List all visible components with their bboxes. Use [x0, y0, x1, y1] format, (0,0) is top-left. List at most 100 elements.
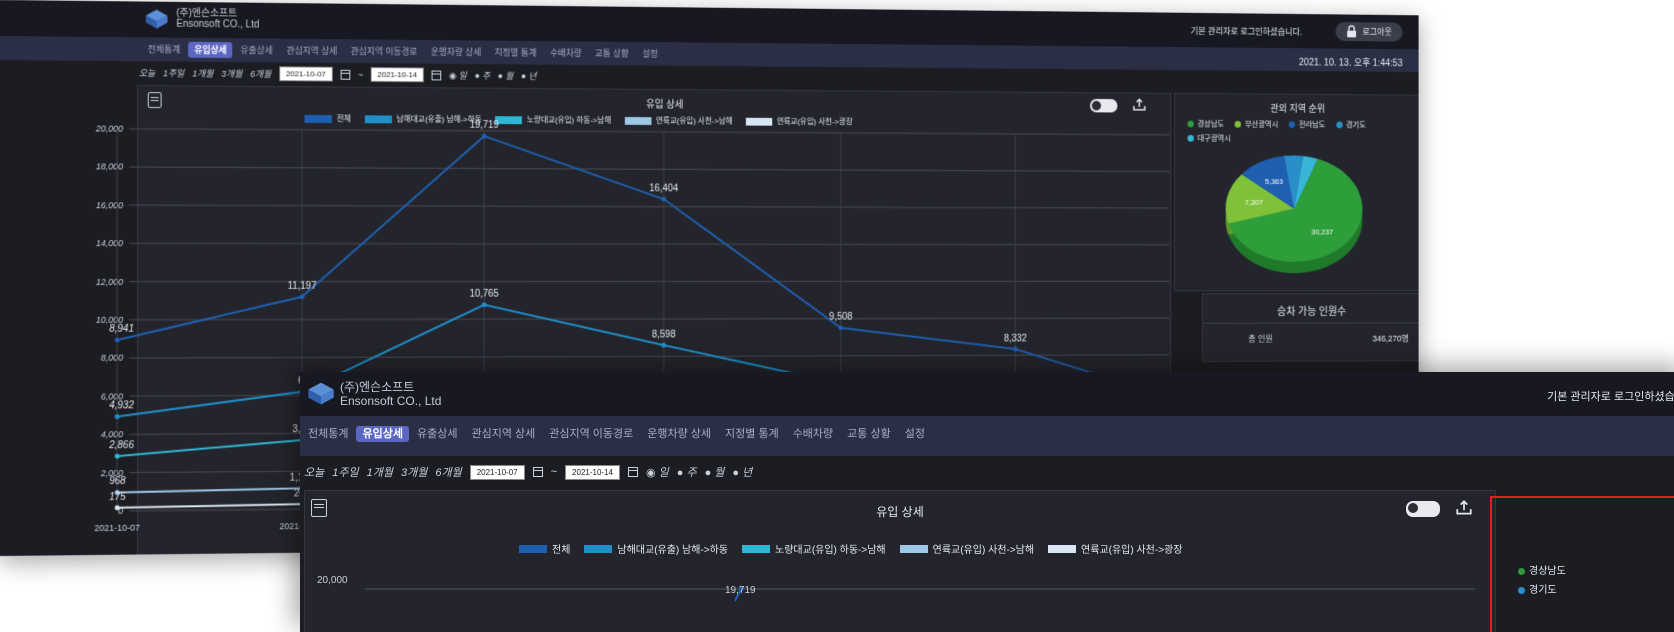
nav-item[interactable]: 설정 — [899, 426, 931, 442]
legend-item[interactable]: 전체 — [519, 541, 570, 556]
company-name-en: Ensonsoft CO., Ltd — [340, 394, 441, 408]
legend-label: 경상남도 — [1529, 566, 1566, 577]
legend-item[interactable]: 부산광역시 — [1235, 119, 1278, 130]
legend-swatch — [742, 545, 770, 553]
capacity-panel: 승차 가능 인원수 총 인원 346,270명 — [1202, 293, 1419, 362]
calendar-icon[interactable] — [628, 467, 638, 477]
data-point[interactable] — [482, 302, 487, 307]
datetime-display: 2021. 10. 13. 오후 1:44:53 — [1299, 54, 1403, 69]
start-date-input[interactable]: 2021-10-07 — [470, 465, 525, 480]
radio-dot-icon: ● — [732, 467, 742, 479]
legend-item[interactable]: 연륙교(유입) 사천->광장 — [1048, 541, 1182, 556]
grid-line — [129, 243, 1169, 244]
legend-label: 노량대교(유입) 하동->남해 — [775, 541, 886, 556]
company-name: (주)엔슨소프트 Ensonsoft CO., Ltd — [340, 380, 441, 408]
grid-line — [129, 355, 1169, 358]
legend-dot-icon — [1518, 568, 1525, 575]
legend-swatch — [900, 545, 928, 553]
date-separator: ~ — [551, 466, 557, 478]
export-icon[interactable] — [1455, 500, 1473, 516]
unit-radio[interactable]: ◉ 일 — [646, 464, 669, 480]
company-name-ko: (주)엔슨소프트 — [340, 380, 441, 394]
data-label: 9,508 — [829, 312, 853, 323]
legend-dot-icon — [1188, 121, 1194, 128]
legend-item[interactable]: 경상남도 — [1188, 119, 1225, 130]
data-point[interactable] — [300, 294, 305, 299]
pie-value-label: 7,307 — [1245, 198, 1264, 207]
grid-line — [129, 318, 1169, 320]
data-label: 19,719 — [470, 120, 500, 131]
nav-item[interactable]: 유출상세 — [411, 426, 463, 442]
y-tick-label: 20,000 — [317, 575, 348, 586]
data-label: 8,332 — [1004, 334, 1027, 345]
legend-label: 연륙교(유입) 사천->남해 — [933, 541, 1034, 556]
legend-item[interactable]: 경기도 — [1336, 120, 1366, 131]
data-point[interactable] — [115, 338, 120, 343]
legend-item[interactable]: 남해대교(유출) 남해->하동 — [584, 541, 728, 556]
unit-label: 일 — [659, 467, 669, 479]
inflow-chart-panel-zoom: 유입 상세 전체 남해대교(유출) 남해->하동 노량대교(유입) 하동->남해 연륙… — [304, 490, 1496, 632]
logout-button[interactable]: 로그아웃 — [1335, 22, 1402, 42]
nav-item[interactable]: 수배차량 — [787, 426, 839, 442]
login-message: 기본 관리자로 로그인하셨습니다. — [1191, 24, 1302, 37]
capacity-row-value: 346,270명 — [1372, 332, 1408, 344]
unit-radio[interactable]: ● 월 — [705, 464, 725, 480]
nav-item[interactable]: 교통 상황 — [841, 426, 897, 442]
legend-item[interactable]: 경기도 — [1518, 581, 1566, 596]
data-point[interactable] — [115, 454, 120, 459]
pie-value-label: 30,237 — [1311, 228, 1333, 237]
region-rank-panel: 관외 지역 순위 경상남도부산광역시전라남도경기도대구광역시 30,2377,3… — [1174, 93, 1419, 292]
range-option[interactable]: 오늘 — [304, 464, 324, 480]
x-tick-label: 2021-10-07 — [94, 523, 139, 533]
range-option[interactable]: 1주일 — [332, 464, 358, 480]
region-legend-zoom: 경상남도경기도 — [1518, 562, 1566, 596]
region-rank-title: 관외 지역 순위 — [1175, 100, 1419, 116]
legend-dot-icon — [1518, 587, 1525, 594]
data-point[interactable] — [1013, 347, 1018, 352]
data-label: 11,197 — [287, 281, 316, 292]
data-point[interactable] — [838, 325, 843, 330]
chart-toggle[interactable] — [1406, 501, 1440, 517]
legend-item[interactable]: 노량대교(유입) 하동->남해 — [742, 541, 886, 556]
radio-dot-icon: ◉ — [646, 467, 659, 479]
data-point[interactable] — [661, 343, 666, 348]
nav-item[interactable]: 지정별 통계 — [719, 426, 785, 442]
filter-bar-zoom: 오늘 1주일 1개월 3개월 6개월 2021-10-07 ~2021-10-14 ◉ 일 ● … — [300, 456, 1674, 490]
inflow-line-chart-zoom: 20,000 19,719 — [305, 561, 1495, 632]
legend-label: 부산광역시 — [1245, 120, 1278, 129]
chart-legend: 전체 남해대교(유출) 남해->하동 노량대교(유입) 하동->남해 연륙교(유입) … — [519, 541, 1182, 556]
legend-item[interactable]: 전라남도 — [1289, 119, 1325, 130]
radio-dot-icon: ● — [705, 467, 715, 479]
data-label: 19,719 — [725, 585, 756, 596]
legend-label: 전라남도 — [1299, 120, 1325, 129]
y-tick-label: 20,000 — [95, 124, 123, 134]
end-date-input[interactable]: 2021-10-14 — [565, 465, 620, 480]
data-point[interactable] — [115, 414, 120, 419]
legend-item[interactable]: 연륙교(유입) 사천->남해 — [900, 541, 1034, 556]
data-point[interactable] — [482, 134, 487, 139]
login-message: 기본 관리자로 로그인하셨습니다. — [1547, 388, 1674, 404]
data-label: 8,598 — [652, 330, 676, 341]
data-label: 10,765 — [470, 289, 500, 300]
screenshot-front: (주)엔슨소프트 Ensonsoft CO., Ltd 기본 관리자로 로그인하… — [300, 372, 1674, 632]
y-tick-label: 18,000 — [96, 162, 123, 172]
legend-label: 경상남도 — [1198, 120, 1225, 129]
data-point[interactable] — [661, 197, 666, 202]
nav-item[interactable]: 운행차량 상세 — [641, 426, 717, 442]
range-option[interactable]: 3개월 — [401, 464, 427, 480]
nav-item[interactable]: 관심지역 상세 — [465, 426, 541, 442]
legend-item[interactable]: 경상남도 — [1518, 562, 1566, 577]
unit-radio[interactable]: ● 주 — [677, 464, 697, 480]
radio-dot-icon: ● — [677, 467, 687, 479]
unit-radio[interactable]: ● 년 — [732, 464, 752, 480]
data-label: 8,941 — [109, 324, 134, 335]
range-option[interactable]: 6개월 — [435, 464, 461, 480]
range-option[interactable]: 1개월 — [367, 464, 393, 480]
region-pie-chart: 30,2377,3075,363 — [1175, 142, 1419, 295]
nav-item[interactable]: 전체통계 — [302, 426, 354, 442]
panel-title: 유입 상세 — [305, 503, 1495, 520]
nav-item[interactable]: 관심지역 이동경로 — [543, 426, 639, 442]
nav-item[interactable]: 유입상세 — [356, 426, 408, 442]
data-point[interactable] — [115, 505, 120, 510]
calendar-icon[interactable] — [533, 467, 543, 477]
